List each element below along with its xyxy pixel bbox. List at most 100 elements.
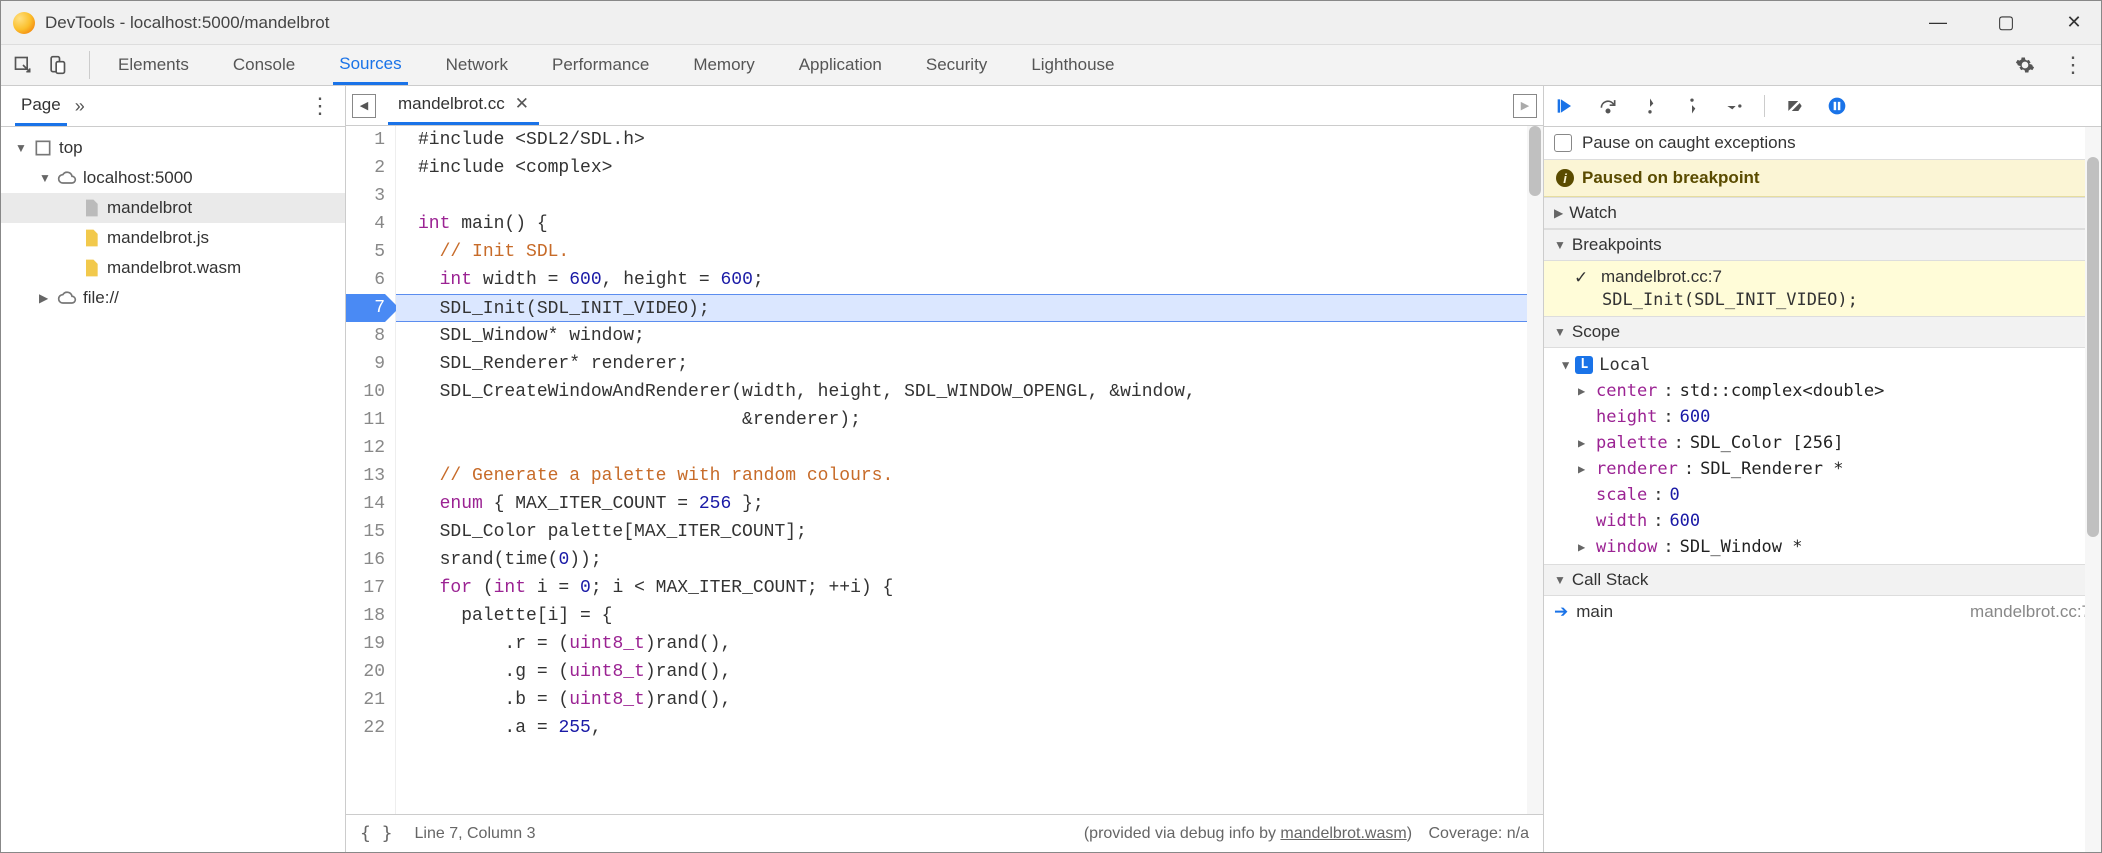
code-line[interactable]: int main() { — [396, 210, 1543, 238]
code-line[interactable]: for (int i = 0; i < MAX_ITER_COUNT; ++i)… — [396, 574, 1543, 602]
line-number[interactable]: 12 — [346, 434, 385, 462]
line-number[interactable]: 16 — [346, 546, 385, 574]
scope-section-header[interactable]: ▼ Scope — [1544, 316, 2101, 348]
line-number[interactable]: 1 — [346, 126, 385, 154]
tab-sources[interactable]: Sources — [333, 45, 407, 85]
code-line[interactable]: SDL_Window* window; — [396, 322, 1543, 350]
tab-lighthouse[interactable]: Lighthouse — [1025, 45, 1120, 85]
step-out-icon[interactable] — [1680, 94, 1704, 118]
tree-node[interactable]: mandelbrot.js — [1, 223, 345, 253]
callstack-item[interactable]: ➔ main mandelbrot.cc:7 — [1544, 596, 2101, 628]
tab-security[interactable]: Security — [920, 45, 993, 85]
line-number[interactable]: 9 — [346, 350, 385, 378]
tab-memory[interactable]: Memory — [687, 45, 760, 85]
line-number[interactable]: 5 — [346, 238, 385, 266]
code-line[interactable]: // Generate a palette with random colour… — [396, 462, 1543, 490]
line-number[interactable]: 22 — [346, 714, 385, 742]
close-tab-icon[interactable]: ✕ — [515, 94, 529, 114]
scope-variable[interactable]: ▶renderer: SDL_Renderer * — [1554, 456, 2101, 482]
scope-variable[interactable]: ▶center: std::complex<double> — [1554, 378, 2101, 404]
tab-console[interactable]: Console — [227, 45, 301, 85]
pause-on-caught-row[interactable]: Pause on caught exceptions — [1544, 127, 2101, 160]
step-over-icon[interactable] — [1596, 94, 1620, 118]
line-number[interactable]: 10 — [346, 378, 385, 406]
tree-node[interactable]: mandelbrot.wasm — [1, 253, 345, 283]
line-number[interactable]: 18 — [346, 602, 385, 630]
toggle-debugger-icon[interactable]: ▶ — [1513, 94, 1537, 118]
device-toolbar-icon[interactable] — [43, 51, 71, 79]
line-number[interactable]: 11 — [346, 406, 385, 434]
code-line[interactable]: .a = 255, — [396, 714, 1543, 742]
minimize-button[interactable]: — — [1923, 8, 1953, 38]
step-into-icon[interactable] — [1638, 94, 1662, 118]
scope-variable[interactable]: width: 600 — [1554, 508, 2101, 534]
close-button[interactable]: ✕ — [2059, 8, 2089, 38]
scope-local-header[interactable]: ▼ L Local — [1554, 352, 2101, 378]
code-line[interactable]: SDL_Renderer* renderer; — [396, 350, 1543, 378]
editor-file-tab[interactable]: mandelbrot.cc ✕ — [388, 86, 539, 125]
debug-info-source-link[interactable]: mandelbrot.wasm — [1280, 825, 1406, 842]
code-line[interactable]: .g = (uint8_t)rand(), — [396, 658, 1543, 686]
line-number[interactable]: 2 — [346, 154, 385, 182]
callstack-section-header[interactable]: ▼ Call Stack — [1544, 564, 2101, 596]
line-number[interactable]: 15 — [346, 518, 385, 546]
toggle-navigator-icon[interactable]: ◀ — [352, 94, 376, 118]
code-line[interactable] — [396, 434, 1543, 462]
tree-node[interactable]: mandelbrot — [1, 193, 345, 223]
page-tab[interactable]: Page — [15, 86, 67, 126]
tree-node[interactable]: file:// — [1, 283, 345, 313]
watch-section-header[interactable]: ▶ Watch — [1544, 197, 2101, 229]
code-line[interactable]: #include <complex> — [396, 154, 1543, 182]
line-number[interactable]: 14 — [346, 490, 385, 518]
line-number[interactable]: 19 — [346, 630, 385, 658]
code-line[interactable]: &renderer); — [396, 406, 1543, 434]
scope-variable[interactable]: height: 600 — [1554, 404, 2101, 430]
code-line[interactable]: srand(time(0)); — [396, 546, 1543, 574]
inspect-element-icon[interactable] — [9, 51, 37, 79]
deactivate-breakpoints-icon[interactable] — [1783, 94, 1807, 118]
pretty-print-icon[interactable]: { } — [360, 823, 393, 844]
code-line[interactable]: #include <SDL2/SDL.h> — [396, 126, 1543, 154]
line-number[interactable]: 13 — [346, 462, 385, 490]
settings-icon[interactable] — [2011, 51, 2039, 79]
code-line[interactable] — [396, 182, 1543, 210]
resume-icon[interactable] — [1554, 94, 1578, 118]
tab-application[interactable]: Application — [793, 45, 888, 85]
line-number[interactable]: 17 — [346, 574, 385, 602]
breakpoint-checkbox[interactable]: ✓ — [1574, 268, 1588, 288]
debugger-scrollbar[interactable] — [2085, 127, 2101, 852]
line-number[interactable]: 3 — [346, 182, 385, 210]
code-line[interactable]: enum { MAX_ITER_COUNT = 256 }; — [396, 490, 1543, 518]
code-line[interactable]: .b = (uint8_t)rand(), — [396, 686, 1543, 714]
line-number[interactable]: 7 — [346, 294, 385, 322]
tab-network[interactable]: Network — [440, 45, 514, 85]
scope-variable[interactable]: ▶palette: SDL_Color [256] — [1554, 430, 2101, 456]
code-line[interactable]: int width = 600, height = 600; — [396, 266, 1543, 294]
step-icon[interactable] — [1722, 94, 1746, 118]
scope-variable[interactable]: ▶window: SDL_Window * — [1554, 534, 2101, 560]
line-number[interactable]: 21 — [346, 686, 385, 714]
editor-scrollbar[interactable] — [1527, 126, 1543, 814]
code-line[interactable]: SDL_Color palette[MAX_ITER_COUNT]; — [396, 518, 1543, 546]
line-number[interactable]: 8 — [346, 322, 385, 350]
expand-tabs-icon[interactable]: » — [75, 96, 85, 117]
code-line[interactable]: .r = (uint8_t)rand(), — [396, 630, 1543, 658]
tab-performance[interactable]: Performance — [546, 45, 655, 85]
navigator-more-icon[interactable]: ⋮ — [309, 93, 331, 119]
tab-elements[interactable]: Elements — [112, 45, 195, 85]
scope-variable[interactable]: scale: 0 — [1554, 482, 2101, 508]
code-line[interactable]: // Init SDL. — [396, 238, 1543, 266]
pause-on-exceptions-icon[interactable] — [1825, 94, 1849, 118]
tree-node[interactable]: localhost:5000 — [1, 163, 345, 193]
maximize-button[interactable]: ▢ — [1991, 8, 2021, 38]
breakpoints-section-header[interactable]: ▼ Breakpoints — [1544, 229, 2101, 261]
more-icon[interactable]: ⋮ — [2059, 51, 2087, 79]
code-line[interactable]: SDL_Init(SDL_INIT_VIDEO); — [396, 294, 1543, 322]
pause-on-caught-checkbox[interactable] — [1554, 134, 1572, 152]
code-line[interactable]: palette[i] = { — [396, 602, 1543, 630]
line-number[interactable]: 4 — [346, 210, 385, 238]
breakpoint-item[interactable]: ✓ mandelbrot.cc:7 SDL_Init(SDL_INIT_VIDE… — [1544, 261, 2101, 316]
line-number[interactable]: 20 — [346, 658, 385, 686]
tree-node[interactable]: top — [1, 133, 345, 163]
line-number[interactable]: 6 — [346, 266, 385, 294]
